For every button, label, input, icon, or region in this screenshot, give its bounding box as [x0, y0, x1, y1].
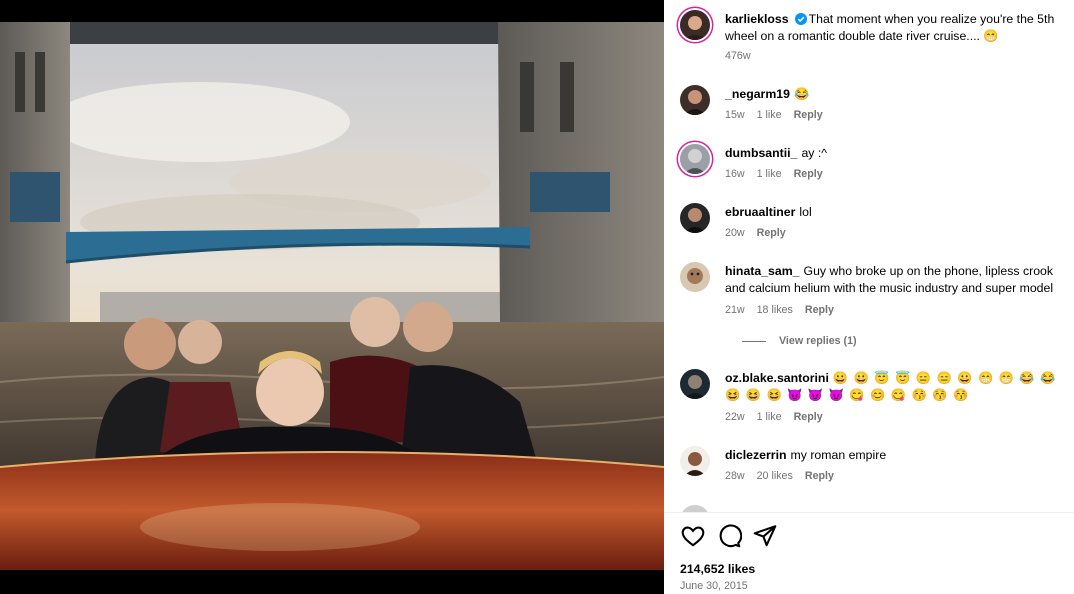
reply-button[interactable]: Reply: [805, 470, 834, 482]
comment-likes[interactable]: 1 like: [757, 411, 782, 423]
avatar[interactable]: [680, 144, 710, 174]
comment-username[interactable]: _negarm19: [725, 87, 790, 101]
like-count[interactable]: 214,652 likes: [680, 562, 755, 576]
avatar[interactable]: [680, 85, 710, 115]
share-icon[interactable]: [752, 523, 778, 549]
avatar[interactable]: [680, 203, 710, 233]
author-username[interactable]: karliekloss: [725, 12, 789, 26]
comment-age: 21w: [725, 304, 745, 316]
comment-text: ay :^: [801, 146, 828, 160]
comment-username[interactable]: ebruaaltiner: [725, 205, 795, 219]
comment-age: 16w: [725, 168, 745, 180]
reply-button[interactable]: Reply: [757, 227, 786, 239]
comment-likes[interactable]: 20 likes: [757, 470, 793, 482]
comment-text: my roman empire: [790, 448, 887, 462]
post-image: [0, 22, 664, 570]
reply-button[interactable]: Reply: [794, 411, 823, 423]
comment-username[interactable]: dumbsantii_: [725, 146, 797, 160]
avatar[interactable]: [680, 262, 710, 292]
comment-likes[interactable]: 1 like: [757, 109, 782, 121]
reply-button[interactable]: Reply: [805, 304, 834, 316]
comment-username[interactable]: oz.blake.santorini: [725, 371, 829, 385]
comment-age: 28w: [725, 470, 745, 482]
author-avatar[interactable]: [680, 10, 710, 40]
verified-icon: [794, 13, 807, 25]
avatar[interactable]: [680, 505, 710, 512]
post-detail-panel: karliekloss That moment when you realize …: [664, 0, 1074, 594]
post-date: June 30, 2015: [680, 580, 748, 592]
comment-icon[interactable]: [716, 523, 742, 549]
comment-username[interactable]: hinata_sam_: [725, 264, 800, 278]
avatar[interactable]: [680, 446, 710, 476]
comment-text: lol: [799, 205, 812, 219]
divider: [664, 512, 1074, 513]
comment-likes[interactable]: 1 like: [757, 168, 782, 180]
comment-likes[interactable]: 18 likes: [757, 304, 793, 316]
comments-list[interactable]: karliekloss That moment when you realize …: [664, 0, 1074, 512]
view-replies-button[interactable]: View replies (1): [742, 335, 857, 347]
comment-age: 22w: [725, 411, 745, 423]
comment-age: 20w: [725, 227, 745, 239]
caption-age: 476w: [725, 50, 751, 62]
reply-button[interactable]: Reply: [794, 109, 823, 121]
post-photo[interactable]: [0, 0, 664, 594]
comment-text: 😂: [793, 87, 810, 101]
comment-username[interactable]: diclezerrin: [725, 448, 787, 462]
heart-icon[interactable]: [680, 523, 706, 549]
reply-button[interactable]: Reply: [794, 168, 823, 180]
avatar[interactable]: [680, 369, 710, 399]
comment-age: 15w: [725, 109, 745, 121]
